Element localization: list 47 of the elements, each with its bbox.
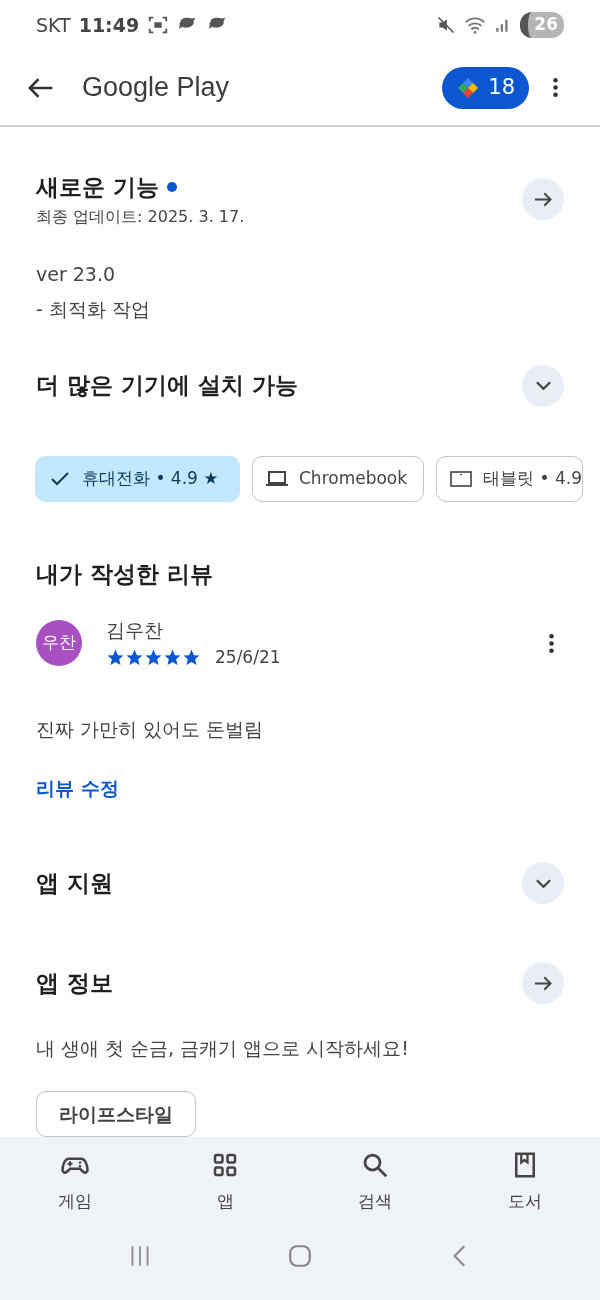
diamond-icon [456, 75, 481, 100]
star-icon [106, 647, 125, 667]
more-vert-icon[interactable] [549, 633, 554, 653]
app-bar-title: Google Play [82, 71, 230, 105]
star-icon [144, 647, 163, 667]
home-button[interactable] [287, 1242, 313, 1269]
avatar: 우찬 [36, 620, 82, 666]
nav-tab[interactable]: 검색 [320, 1149, 430, 1215]
chevron-down-icon[interactable] [535, 878, 551, 888]
section-title: 앱 정보 [36, 968, 113, 998]
nav-tab[interactable]: 도서 [470, 1149, 580, 1215]
reviewer-name: 김우찬 [106, 618, 164, 643]
expand-button[interactable] [522, 364, 564, 407]
review-date: 25/6/21 [215, 645, 281, 669]
arrow-right-icon[interactable] [534, 975, 552, 991]
device-chip[interactable]: 휴대전화 • 4.9 ★ [35, 455, 240, 502]
section-title: 새로운 기능 [36, 173, 159, 202]
section-title: 더 많은 기기에 설치 가능 [36, 371, 299, 401]
screenshot-icon [147, 14, 170, 36]
carrier-text: SKT [36, 12, 71, 38]
app-description: 내 생애 첫 순금, 금캐기 앱으로 시작하세요! [35, 1036, 410, 1061]
device-chip[interactable]: Chromebook [252, 455, 425, 502]
home-icon [287, 1242, 313, 1269]
nav-tab[interactable]: 게임 [20, 1149, 130, 1215]
play-points-button[interactable]: 18 [442, 66, 529, 109]
mute-icon [436, 15, 457, 35]
battery-indicator: 26 [520, 12, 564, 38]
release-note-text: - 최적화 작업 [36, 296, 151, 322]
clock-text: 11:49 [78, 12, 140, 38]
nav-tab[interactable]: 앱 [170, 1149, 280, 1215]
section-title: 앱 지원 [36, 868, 113, 898]
star-icon [182, 647, 201, 667]
arrow-button[interactable] [522, 178, 564, 221]
release-note-text: ver 23.0 [36, 261, 117, 287]
update-date-text: 최종 업데이트: 2025. 3. 17. [36, 205, 245, 228]
points-count: 18 [488, 73, 515, 101]
expand-button[interactable] [522, 862, 564, 904]
edit-review-link[interactable]: 리뷰 수정 [36, 776, 119, 799]
device-chip[interactable]: 태블릿 • 4.9 [436, 455, 583, 502]
arrow-right-icon[interactable] [534, 191, 552, 207]
section-title: 내가 작성한 리뷰 [36, 559, 214, 589]
review-text: 진짜 가만히 있어도 돈벌림 [35, 717, 265, 742]
star-icon [125, 647, 144, 667]
more-vert-icon[interactable] [553, 78, 558, 97]
star-icon [163, 647, 182, 667]
chevron-down-icon[interactable] [535, 381, 551, 390]
arrow-button[interactable] [522, 962, 564, 1004]
